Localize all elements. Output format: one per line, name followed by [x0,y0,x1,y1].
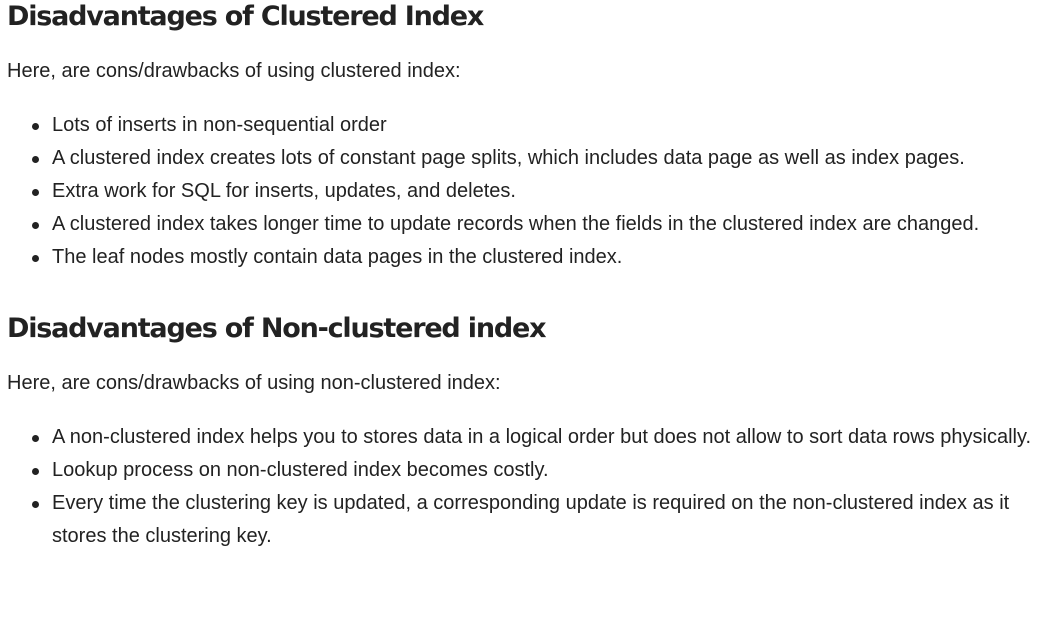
article-content: Disadvantages of Clustered Index Here, a… [0,0,1056,618]
list-item: A clustered index takes longer time to u… [32,208,1048,241]
list-item: The leaf nodes mostly contain data pages… [32,241,1048,274]
list-item: A non-clustered index helps you to store… [32,421,1048,454]
bullet-list-non-clustered: A non-clustered index helps you to store… [7,421,1048,553]
section-intro-clustered: Here, are cons/drawbacks of using cluste… [7,60,461,82]
section-title-clustered: Disadvantages of Clustered Index [7,1,484,32]
list-item: A clustered index creates lots of consta… [32,142,1048,175]
list-item: Lots of inserts in non-sequential order [32,109,1048,142]
bullet-list-clustered: Lots of inserts in non-sequential order … [7,109,1048,274]
section-title-non-clustered: Disadvantages of Non-clustered index [7,313,546,344]
section-intro-non-clustered: Here, are cons/drawbacks of using non-cl… [7,372,501,394]
list-item: Every time the clustering key is updated… [32,487,1048,553]
list-item: Lookup process on non-clustered index be… [32,454,1048,487]
list-item: Extra work for SQL for inserts, updates,… [32,175,1048,208]
